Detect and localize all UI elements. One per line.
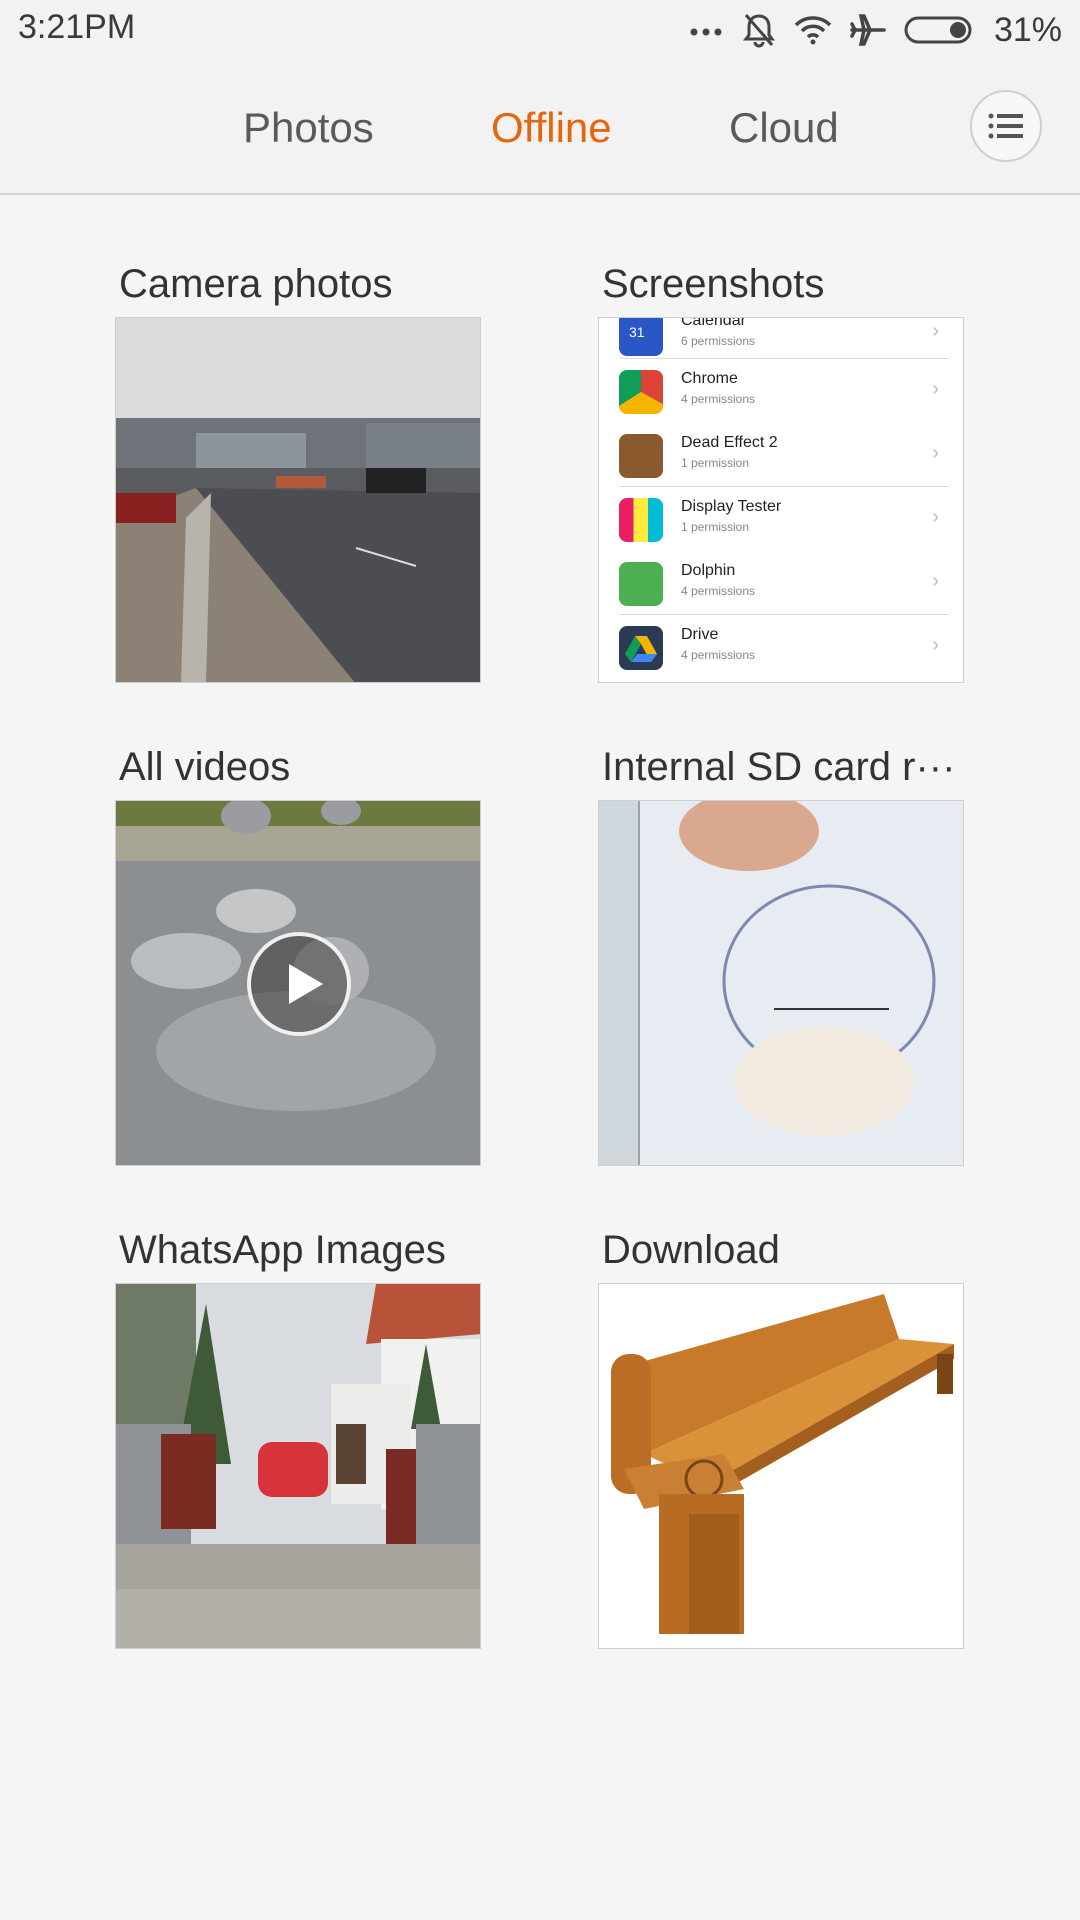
house-driveway bbox=[116, 1284, 480, 1648]
battery-icon bbox=[904, 15, 976, 45]
list-item-sub: 6 permissions bbox=[681, 334, 756, 348]
more-dots-icon bbox=[688, 24, 724, 36]
list-item-name: Chrome bbox=[681, 370, 738, 387]
divider bbox=[619, 486, 949, 487]
silent-bell-icon bbox=[742, 12, 776, 48]
album-title: Screenshots bbox=[602, 262, 825, 306]
album-thumbnail[interactable] bbox=[598, 1283, 964, 1649]
status-time: 3:21PM bbox=[18, 8, 136, 46]
dead-effect-icon bbox=[619, 434, 663, 478]
tab-bar: Photos Offline Cloud bbox=[0, 60, 1080, 195]
album-thumbnail[interactable] bbox=[115, 1283, 481, 1649]
passport-stamp bbox=[599, 801, 963, 1165]
chevron-right-icon: › bbox=[932, 570, 939, 592]
calendar-icon: 31 bbox=[619, 318, 663, 356]
drive-icon bbox=[619, 626, 663, 670]
list-item: 31 Calendar 6 permissions › bbox=[619, 317, 939, 370]
airplane-mode-icon bbox=[850, 13, 886, 47]
tab-photos[interactable]: Photos bbox=[243, 104, 374, 152]
album-thumbnail[interactable] bbox=[598, 800, 964, 1166]
chevron-right-icon: › bbox=[932, 506, 939, 528]
play-icon bbox=[247, 932, 351, 1036]
menu-button[interactable] bbox=[970, 90, 1042, 162]
list-menu-icon bbox=[988, 113, 1023, 139]
street-photo bbox=[116, 318, 480, 682]
status-bar: 3:21PM 31% bbox=[0, 0, 1080, 60]
list-item: Drive 4 permissions › bbox=[619, 620, 939, 682]
wifi-icon bbox=[794, 15, 832, 45]
list-item-sub: 1 permission bbox=[681, 456, 750, 470]
list-item: Display Tester 1 permission › bbox=[619, 492, 939, 556]
list-item-sub: 1 permission bbox=[681, 520, 750, 534]
list-item-name: Dolphin bbox=[681, 562, 736, 579]
calendar-day: 31 bbox=[629, 324, 645, 340]
album-title: WhatsApp Images bbox=[119, 1228, 446, 1272]
album-thumbnail[interactable] bbox=[115, 317, 481, 683]
battery-percent: 31% bbox=[993, 10, 1062, 49]
list-item-sub: 4 permissions bbox=[681, 392, 756, 406]
album-title: All videos bbox=[119, 745, 291, 789]
list-item-name: Dead Effect 2 bbox=[681, 434, 778, 451]
list-item: Dead Effect 2 1 permission › bbox=[619, 428, 939, 492]
chrome-icon bbox=[619, 370, 663, 414]
album-title: Download bbox=[602, 1228, 780, 1272]
list-item-name: Calendar bbox=[681, 317, 746, 329]
tab-cloud[interactable]: Cloud bbox=[729, 104, 839, 152]
list-item-name: Display Tester bbox=[681, 498, 782, 515]
album-thumbnail[interactable]: 31 Calendar 6 permissions › Chrome 4 per… bbox=[598, 317, 964, 683]
chevron-right-icon: › bbox=[932, 634, 939, 656]
list-item-sub: 4 permissions bbox=[681, 648, 756, 662]
wooden-bench bbox=[611, 1294, 954, 1634]
tab-offline[interactable]: Offline bbox=[491, 104, 612, 152]
album-screenshots[interactable]: Screenshots 31 Calendar 6 permissions › … bbox=[598, 262, 964, 683]
list-item: Chrome 4 permissions › bbox=[619, 364, 939, 428]
chevron-right-icon: › bbox=[932, 442, 939, 464]
divider bbox=[619, 358, 949, 359]
album-title: Camera photos bbox=[119, 262, 393, 306]
list-item-sub: 4 permissions bbox=[681, 584, 756, 598]
divider bbox=[619, 614, 949, 615]
chevron-right-icon: › bbox=[932, 378, 939, 400]
status-icons: 31% bbox=[688, 8, 1062, 52]
list-item-name: Drive bbox=[681, 626, 719, 643]
chevron-right-icon: › bbox=[932, 320, 939, 342]
album-thumbnail[interactable] bbox=[115, 800, 481, 1166]
display-tester-icon bbox=[619, 498, 663, 542]
list-item: Dolphin 4 permissions › bbox=[619, 556, 939, 620]
dolphin-icon bbox=[619, 562, 663, 606]
album-title: Internal SD card r··· bbox=[602, 745, 956, 789]
